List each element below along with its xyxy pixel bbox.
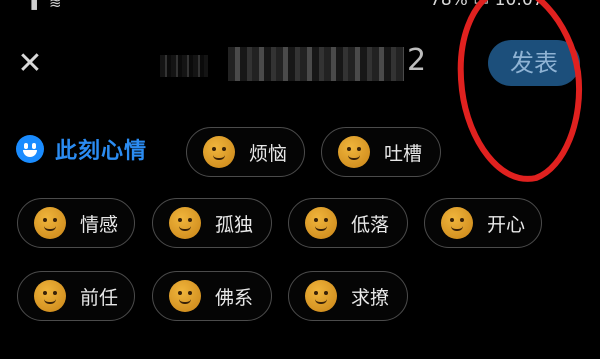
flirt-emoji-icon xyxy=(305,280,337,312)
smile-icon xyxy=(16,135,44,163)
chip-label: 前任 xyxy=(80,286,119,309)
mood-chip-happy[interactable]: 开心 xyxy=(424,198,542,248)
annotation-circle xyxy=(457,0,582,182)
redacted-title-part xyxy=(228,47,404,81)
mood-chip-emotion[interactable]: 情感 xyxy=(17,198,135,248)
mood-chip-ex[interactable]: 前任 xyxy=(17,271,135,321)
lonely-emoji-icon xyxy=(169,207,201,239)
down-emoji-icon xyxy=(305,207,337,239)
status-icons: ▮ ≋ xyxy=(30,0,65,12)
chip-label: 吐槽 xyxy=(384,142,423,165)
mood-chip-complain[interactable]: 吐槽 xyxy=(321,127,441,177)
ex-emoji-icon xyxy=(34,280,66,312)
chip-label: 孤独 xyxy=(215,213,254,236)
mood-chip-zen[interactable]: 佛系 xyxy=(152,271,272,321)
chip-label: 情感 xyxy=(80,213,119,236)
title-suffix: 2 xyxy=(407,43,427,78)
troubled-emoji-icon xyxy=(203,136,235,168)
happy-emoji-icon xyxy=(441,207,473,239)
close-icon: ✕ xyxy=(17,46,43,81)
mood-chip-down[interactable]: 低落 xyxy=(288,198,408,248)
mood-title: 此刻心情 xyxy=(55,139,148,164)
mood-chip-troubled[interactable]: 烦恼 xyxy=(186,127,305,177)
publish-button[interactable]: 发表 xyxy=(488,40,580,86)
status-battery-time: 78% ▭ 10:07 xyxy=(430,0,544,10)
emotion-emoji-icon xyxy=(34,207,66,239)
mood-heading: 此刻心情 xyxy=(16,133,147,165)
chip-label: 求撩 xyxy=(351,286,390,309)
chip-label: 烦恼 xyxy=(249,142,288,165)
zen-emoji-icon xyxy=(169,280,201,312)
close-button[interactable]: ✕ xyxy=(12,46,48,82)
chip-label: 开心 xyxy=(487,213,526,236)
mood-chip-flirt[interactable]: 求撩 xyxy=(288,271,408,321)
redacted-title-part xyxy=(160,55,208,77)
complain-emoji-icon xyxy=(338,136,370,168)
mood-chip-lonely[interactable]: 孤独 xyxy=(152,198,272,248)
chip-label: 低落 xyxy=(351,213,390,236)
chip-label: 佛系 xyxy=(215,286,254,309)
